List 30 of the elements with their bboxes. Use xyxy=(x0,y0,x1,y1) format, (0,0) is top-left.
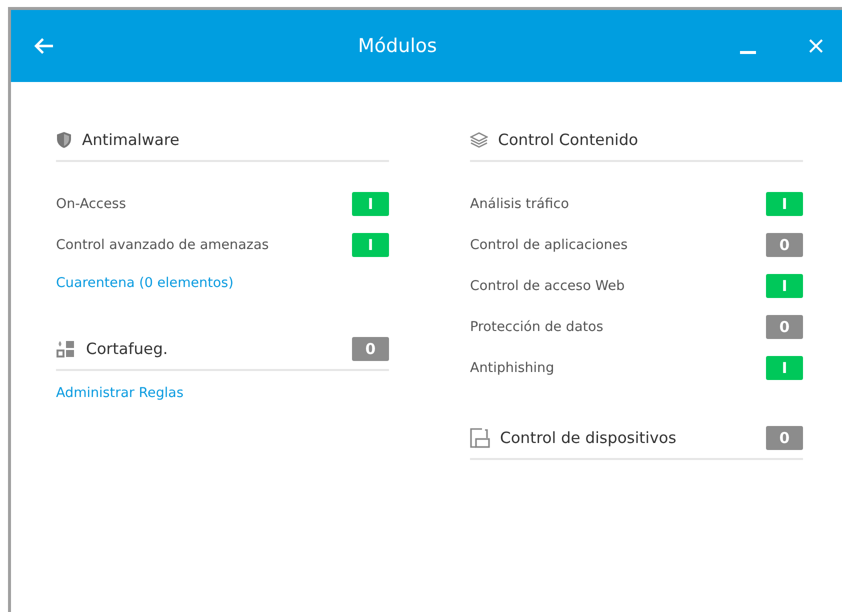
toggle-switch[interactable]: I xyxy=(352,192,389,216)
module-label: Control de acceso Web xyxy=(470,278,625,294)
module-label: On-Access xyxy=(56,196,126,212)
module-label: Antiphishing xyxy=(470,360,554,376)
blocks-icon xyxy=(56,340,76,358)
link[interactable]: Administrar Reglas xyxy=(56,385,389,401)
device-icon xyxy=(470,428,490,448)
module-label: Control avanzado de amenazas xyxy=(56,237,269,253)
toggle-switch[interactable]: I xyxy=(766,192,803,216)
minimize-icon xyxy=(740,51,756,54)
section-title: Control de dispositivos xyxy=(500,429,678,447)
toggle-switch[interactable]: 0 xyxy=(766,233,803,257)
toggle-switch[interactable]: I xyxy=(352,233,389,257)
toggle-switch[interactable]: 0 xyxy=(766,426,803,450)
section-title: Control Contenido xyxy=(498,131,640,149)
layers-icon xyxy=(470,132,488,148)
toggle-switch[interactable]: 0 xyxy=(352,337,389,361)
module-label: Protección de datos xyxy=(470,319,604,335)
back-button[interactable] xyxy=(33,37,55,55)
window-title: Módulos xyxy=(358,35,437,57)
module-label: Control de aplicaciones xyxy=(470,237,628,253)
toggle-switch[interactable]: 0 xyxy=(766,315,803,339)
module-label: Análisis tráfico xyxy=(470,196,569,212)
toggle-switch[interactable]: I xyxy=(766,356,803,380)
shield-icon xyxy=(56,131,72,149)
section-title: Antimalware xyxy=(82,131,180,149)
link[interactable]: Cuarentena (0 elementos) xyxy=(56,275,389,291)
section-title: Cortafueg. xyxy=(86,340,169,358)
toggle-switch[interactable]: I xyxy=(766,274,803,298)
close-button[interactable] xyxy=(808,38,824,54)
